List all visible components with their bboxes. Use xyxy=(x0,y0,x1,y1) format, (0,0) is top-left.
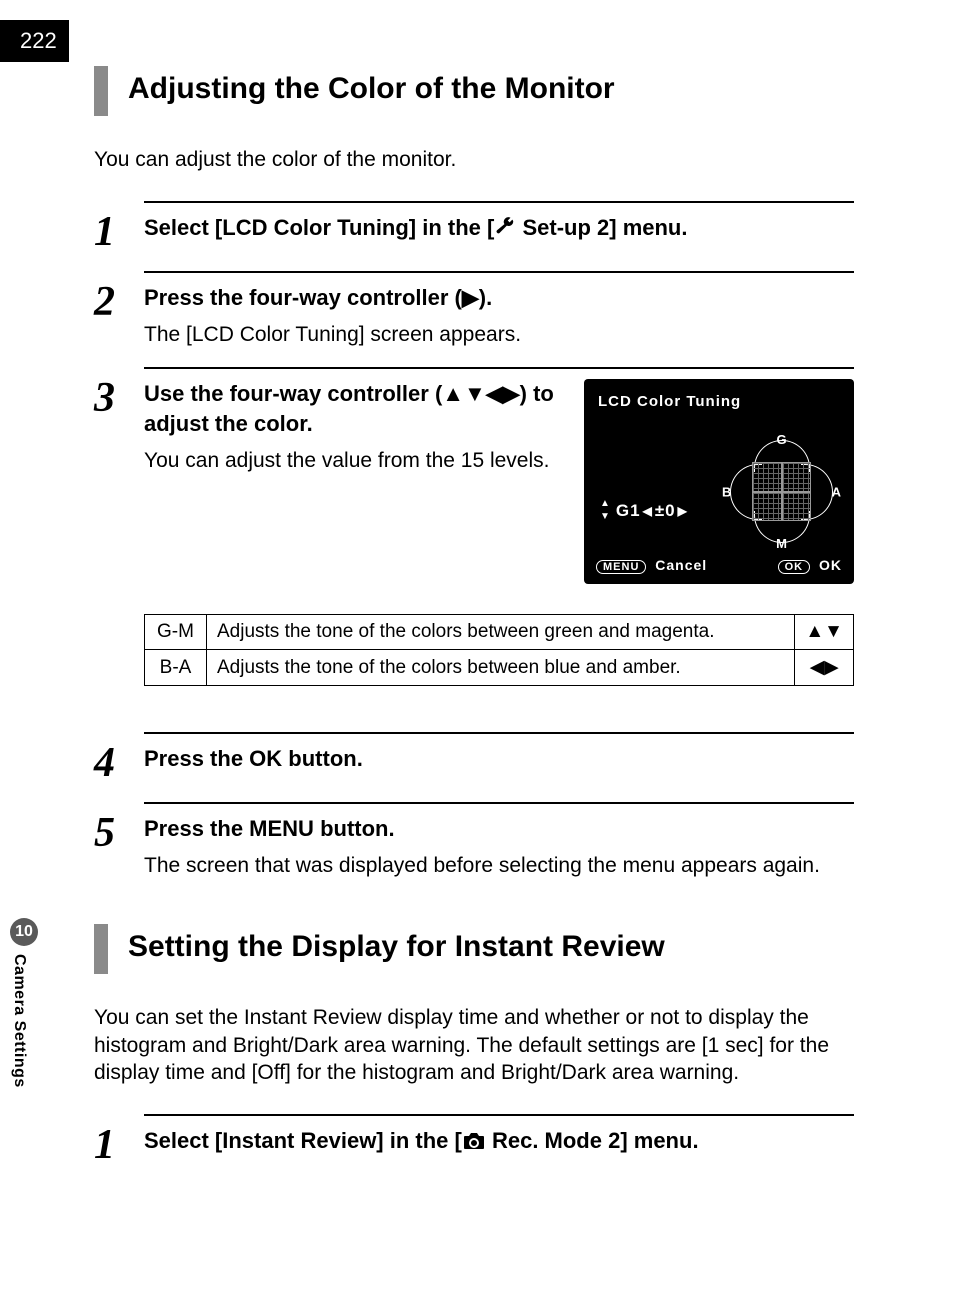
step-3: 3 Use the four-way controller (▲▼◀▶) to … xyxy=(94,367,854,714)
chapter-number: 10 xyxy=(15,923,33,941)
step-title-text-after: button. xyxy=(282,746,363,771)
page-number: 222 xyxy=(20,28,57,53)
grid-quadrant xyxy=(752,462,782,492)
grid-quadrant xyxy=(752,492,782,522)
right-triangle-icon: ▶ xyxy=(678,504,688,518)
ok-label: OK xyxy=(819,557,842,573)
step-title: Press the OK button. xyxy=(144,744,854,774)
left-triangle-icon: ◀ xyxy=(643,504,653,518)
lcd-footer: MENU Cancel OK OK xyxy=(596,557,842,574)
section-heading: Setting the Display for Instant Review xyxy=(94,924,854,974)
step-5: 5 Press the MENU button. The screen that… xyxy=(94,802,854,880)
table-row: B-A Adjusts the tone of the colors betwe… xyxy=(145,650,854,686)
step-2: 2 Press the four-way controller (▶). The… xyxy=(94,271,854,349)
chapter-label: Camera Settings xyxy=(10,954,28,1088)
lcd-title: LCD Color Tuning xyxy=(598,393,840,410)
step-title: Select [LCD Color Tuning] in the [ Set-u… xyxy=(144,213,854,244)
table-cell-key: B-A xyxy=(145,650,207,686)
step-number: 2 xyxy=(94,271,144,349)
section-title: Setting the Display for Instant Review xyxy=(128,924,665,974)
cancel-label: Cancel xyxy=(655,557,707,573)
lcd-pm-value: ±0 xyxy=(655,501,676,521)
section-title: Adjusting the Color of the Monitor xyxy=(128,66,615,116)
table-cell-arrows: ◀▶ xyxy=(795,650,854,686)
step-title: Select [Instant Review] in the [ Rec. Mo… xyxy=(144,1126,854,1157)
step-number: 1 xyxy=(94,201,144,253)
color-grid xyxy=(752,462,811,521)
step-description: The [LCD Color Tuning] screen appears. xyxy=(144,321,854,349)
step-1: 1 Select [LCD Color Tuning] in the [ Set… xyxy=(94,201,854,253)
axis-label-a: A xyxy=(832,484,841,499)
section-heading: Adjusting the Color of the Monitor xyxy=(94,66,854,116)
lcd-value-readout: ▲▼ G1 ◀ ±0 ▶ xyxy=(600,499,688,522)
color-grid-widget: G M B A xyxy=(724,434,839,549)
step-title: Use the four-way controller (▲▼◀▶) to ad… xyxy=(144,379,554,438)
camera-icon xyxy=(462,1128,486,1158)
step-title-text: Press the xyxy=(144,816,249,841)
table-cell-desc: Adjusts the tone of the colors between b… xyxy=(207,650,795,686)
table-cell-desc: Adjusts the tone of the colors between g… xyxy=(207,615,795,650)
wrench-icon xyxy=(494,215,516,245)
step-title: Press the four-way controller (▶). xyxy=(144,283,854,313)
menu-button-label: MENU xyxy=(249,816,314,841)
tone-adjustment-table: G-M Adjusts the tone of the colors betwe… xyxy=(144,614,854,686)
lcd-g-value: G1 xyxy=(616,501,641,521)
step-title-text-after: button. xyxy=(314,816,395,841)
table-cell-key: G-M xyxy=(145,615,207,650)
step-number: 3 xyxy=(94,367,144,714)
step-number: 1 xyxy=(94,1114,144,1166)
up-down-arrows-icon: ▲▼ xyxy=(600,499,611,522)
table-row: G-M Adjusts the tone of the colors betwe… xyxy=(145,615,854,650)
grid-quadrant xyxy=(782,462,812,492)
step-number: 5 xyxy=(94,802,144,880)
step-number: 4 xyxy=(94,732,144,784)
step-4: 4 Press the OK button. xyxy=(94,732,854,784)
table-cell-arrows: ▲▼ xyxy=(795,615,854,650)
chapter-side-tab: 10 Camera Settings xyxy=(10,918,38,1088)
section-intro: You can set the Instant Review display t… xyxy=(94,1004,854,1086)
menu-pill: MENU xyxy=(596,560,646,574)
step-description: The screen that was displayed before sel… xyxy=(144,852,854,880)
ok-pill: OK xyxy=(778,560,811,574)
step-title-text-after: Rec. Mode 2] menu. xyxy=(486,1128,699,1153)
lcd-preview-panel: LCD Color Tuning ▲▼ G1 ◀ ±0 ▶ G M B xyxy=(584,379,854,584)
ok-button-label: OK xyxy=(249,746,282,771)
step-title-text: Press the xyxy=(144,746,249,771)
step-title-text: Select [LCD Color Tuning] in the [ xyxy=(144,215,494,240)
heading-accent-bar xyxy=(94,924,108,974)
heading-accent-bar xyxy=(94,66,108,116)
chapter-number-badge: 10 xyxy=(10,918,38,946)
page-number-tab: 222 xyxy=(0,20,69,62)
step-1: 1 Select [Instant Review] in the [ Rec. … xyxy=(94,1114,854,1166)
step-title: Press the MENU button. xyxy=(144,814,854,844)
section-intro: You can adjust the color of the monitor. xyxy=(94,146,854,173)
step-title-text-after: Set-up 2] menu. xyxy=(516,215,687,240)
grid-quadrant xyxy=(782,492,812,522)
step-description: You can adjust the value from the 15 lev… xyxy=(144,447,554,475)
step-title-text: Select [Instant Review] in the [ xyxy=(144,1128,462,1153)
